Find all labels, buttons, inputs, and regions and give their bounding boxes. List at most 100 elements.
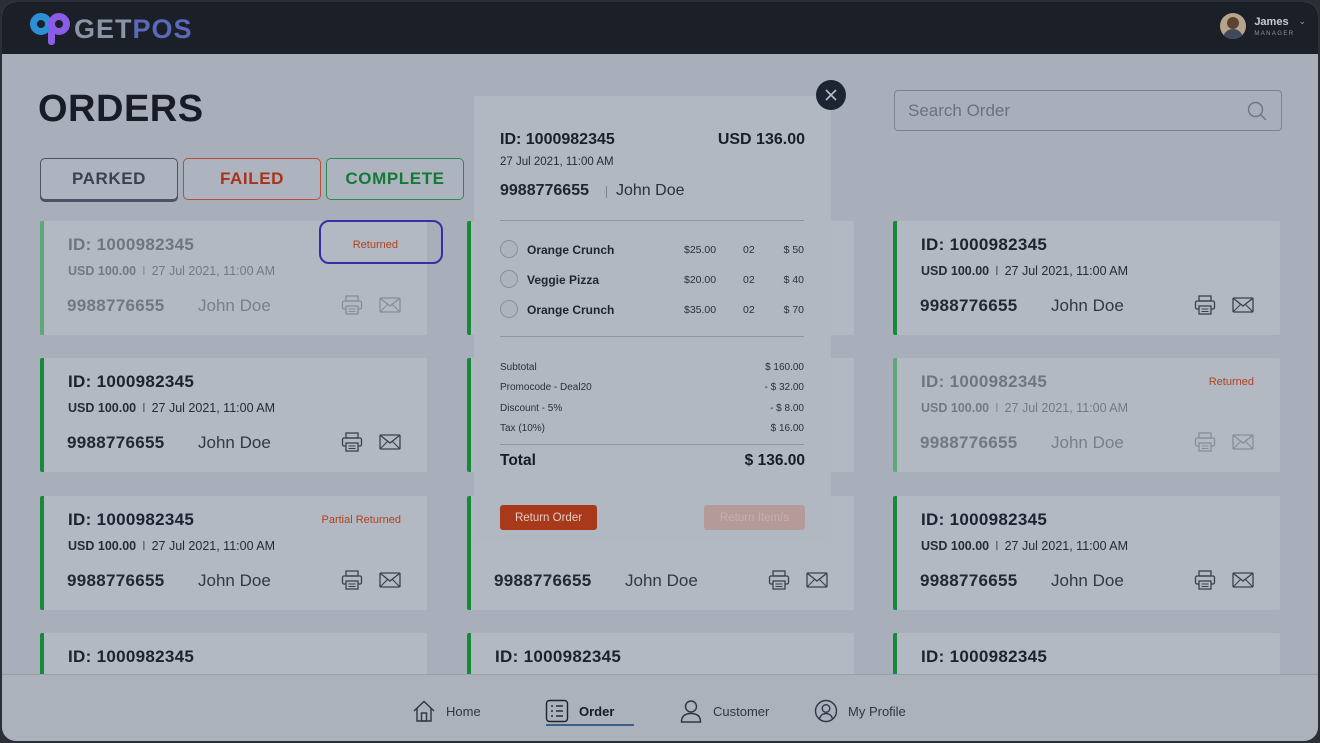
modal-phone: 9988776655 (500, 182, 589, 199)
order-meta: USD 100.00 I 27 Jul 2021, 11:00 AM (68, 539, 276, 553)
printer-icon[interactable] (768, 570, 790, 590)
top-bar: GETPOS James MANAGER ⌄ (2, 2, 1318, 54)
order-amount: USD 100.00 (921, 539, 990, 553)
item-checkbox[interactable] (500, 240, 518, 258)
mail-icon[interactable] (1232, 295, 1254, 315)
search-input[interactable] (908, 99, 1228, 123)
order-meta: USD 100.00 I 27 Jul 2021, 11:00 AM (921, 539, 1129, 553)
customer-name: John Doe (1051, 433, 1124, 452)
logo-mark-icon (28, 11, 72, 47)
close-modal-button[interactable] (816, 80, 846, 110)
logo-text-get: GET (74, 13, 133, 44)
app-window: GETPOS James MANAGER ⌄ ORDERS PARKED FAI… (2, 2, 1318, 741)
order-phone: 9988776655 (67, 571, 165, 590)
return-order-button[interactable]: Return Order (500, 505, 597, 530)
order-card[interactable]: ID: 1000982345 USD 100.00 I 27 Jul 2021, 1… (893, 221, 1280, 335)
order-phone: 9988776655 (920, 571, 1018, 590)
order-date: 27 Jul 2021, 11:00 AM (1004, 264, 1129, 278)
order-id: ID: 1000982345 (921, 510, 1048, 529)
order-amount: USD 100.00 (921, 401, 990, 415)
tab-failed[interactable]: FAILED (183, 158, 321, 200)
nav-item-my-profile[interactable]: My Profile (814, 697, 906, 725)
item-qty: 02 (743, 274, 755, 286)
item-checkbox[interactable] (500, 270, 518, 288)
logo-text: GETPOS (74, 14, 193, 45)
mail-icon[interactable] (1232, 570, 1254, 590)
summary-label: Promocode - Deal20 (500, 382, 592, 393)
summary-label: Subtotal (500, 362, 537, 373)
user-name: James (1254, 15, 1289, 28)
profile-icon (814, 699, 838, 723)
search-box[interactable] (894, 90, 1282, 131)
item-qty: 02 (743, 304, 755, 316)
order-id: ID: 1000982345 (921, 235, 1048, 254)
item-price: $35.00 (684, 304, 717, 316)
customer-name: John Doe (1051, 571, 1124, 590)
app-logo[interactable]: GETPOS (28, 11, 193, 47)
order-item-row[interactable]: Veggie Pizza $20.00 02 $ 40 (500, 270, 804, 290)
order-phone: 9988776655 (67, 296, 165, 315)
order-detail-modal: ID: 1000982345 USD 136.00 27 Jul 2021, 1… (474, 96, 831, 541)
summary-value: $ 16.00 (770, 423, 804, 434)
summary-value: - $ 32.00 (764, 382, 804, 393)
mail-icon[interactable] (379, 432, 401, 452)
item-line-total: $ 50 (783, 244, 804, 256)
nav-label: Customer (713, 703, 770, 719)
printer-icon[interactable] (341, 432, 363, 452)
return-items-button[interactable]: Return Item/s (704, 505, 805, 530)
tab-complete[interactable]: COMPLETE (326, 158, 464, 200)
order-date: 27 Jul 2021, 11:00 AM (1004, 401, 1129, 415)
nav-item-customer[interactable]: Customer (679, 697, 769, 725)
item-qty: 02 (743, 244, 755, 256)
order-card[interactable]: ID: 1000982345 USD 100.00 I 27 Jul 2021, 1… (893, 496, 1280, 610)
mail-icon[interactable] (379, 295, 401, 315)
order-status-tabs: PARKED FAILED COMPLETE (40, 158, 469, 200)
page-title: ORDERS (38, 88, 204, 130)
order-item-row[interactable]: Orange Crunch $35.00 02 $ 70 (500, 300, 804, 320)
order-id: ID: 1000982345 (68, 510, 195, 529)
item-price: $25.00 (684, 244, 717, 256)
customer-name: John Doe (1051, 296, 1124, 315)
mail-icon[interactable] (379, 570, 401, 590)
user-menu[interactable]: James MANAGER ⌄ (1220, 13, 1306, 39)
modal-order-total: USD 136.00 (717, 131, 805, 148)
order-card[interactable]: ID: 1000982345 USD 100.00 I 27 Jul 2021, 1… (40, 358, 427, 472)
customer-name: John Doe (198, 433, 271, 452)
summary-row-discount: Discount - 5% - $ 8.00 (500, 403, 804, 414)
item-checkbox[interactable] (500, 300, 518, 318)
divider (500, 444, 804, 445)
tab-parked[interactable]: PARKED (40, 158, 178, 200)
printer-icon[interactable] (1194, 295, 1216, 315)
order-date: 27 Jul 2021, 11:00 AM (151, 539, 276, 553)
customer-name: John Doe (625, 571, 698, 590)
search-icon[interactable] (1247, 101, 1267, 121)
printer-icon[interactable] (341, 295, 363, 315)
nav-item-home[interactable]: Home (412, 697, 481, 725)
divider (500, 336, 804, 337)
item-name: Orange Crunch (527, 243, 615, 257)
order-card[interactable]: ID: 1000982345 USD 100.00 I 27 Jul 2021, 1… (40, 220, 443, 335)
mail-icon[interactable] (1232, 432, 1254, 452)
order-item-row[interactable]: Orange Crunch $25.00 02 $ 50 (500, 240, 804, 260)
mail-icon[interactable] (806, 570, 828, 590)
order-meta: USD 100.00 I 27 Jul 2021, 11:00 AM (921, 264, 1129, 278)
item-line-total: $ 70 (783, 304, 804, 316)
order-phone: 9988776655 (920, 433, 1018, 452)
customer-name: John Doe (198, 571, 271, 590)
printer-icon[interactable] (1194, 570, 1216, 590)
order-id: ID: 1000982345 (495, 647, 622, 666)
order-amount: USD 100.00 (68, 264, 137, 278)
summary-row-subtotal: Subtotal $ 160.00 (500, 362, 804, 373)
order-phone: 9988776655 (494, 571, 592, 590)
modal-order-date: 27 Jul 2021, 11:00 AM (500, 156, 614, 168)
order-meta: USD 100.00 I 27 Jul 2021, 11:00 AM (68, 264, 276, 278)
nav-label: My Profile (848, 703, 906, 719)
order-id: ID: 1000982345 (68, 372, 195, 391)
printer-icon[interactable] (1194, 432, 1216, 452)
order-card[interactable]: ID: 1000982345 USD 100.00 I 27 Jul 2021, 1… (893, 358, 1280, 472)
nav-item-order[interactable]: Order (545, 697, 614, 725)
order-amount: USD 100.00 (921, 264, 990, 278)
order-phone: 9988776655 (67, 433, 165, 452)
printer-icon[interactable] (341, 570, 363, 590)
order-card[interactable]: ID: 1000982345 USD 100.00 I 27 Jul 2021, 1… (40, 496, 427, 610)
